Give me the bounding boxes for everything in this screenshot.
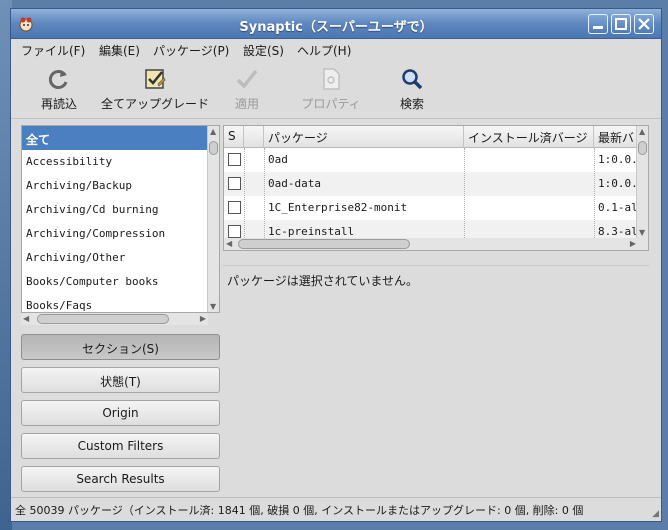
close-button[interactable] <box>634 14 654 34</box>
search-icon <box>402 69 423 90</box>
section-item[interactable]: Books/Computer books <box>22 270 208 294</box>
properties-button[interactable]: プロパティ <box>293 65 369 115</box>
scroll-down-arrow-icon[interactable]: ▼ <box>210 302 216 311</box>
reload-label: 再読込 <box>40 97 77 111</box>
package-table: S パッケージ インストール済バージ 最新バ 0ad 1:0.0. 0ad-da… <box>223 125 649 251</box>
menu-settings[interactable]: 設定(S) <box>243 42 284 59</box>
scroll-right-arrow-icon[interactable]: ▶ <box>630 239 636 248</box>
column-divider <box>464 148 465 238</box>
apply-check-icon <box>236 69 258 89</box>
section-item[interactable]: Archiving/Backup <box>22 174 208 198</box>
section-item-all[interactable]: 全て <box>22 126 208 150</box>
menu-file[interactable]: ファイル(F) <box>21 42 85 59</box>
section-horizontal-scrollbar[interactable]: ◀ ▶ <box>21 313 208 325</box>
section-item[interactable]: Archiving/Other <box>22 246 208 270</box>
title-bar[interactable]: Synaptic（スーパーユーザで） <box>11 9 661 39</box>
scroll-thumb[interactable] <box>209 141 218 155</box>
latest-version: 1:0.0. <box>598 177 638 190</box>
installed-version <box>464 148 594 172</box>
column-divider <box>594 148 595 238</box>
package-vertical-scrollbar[interactable]: ▲ ▼ <box>636 126 648 250</box>
section-item[interactable]: Archiving/Compression <box>22 222 208 246</box>
close-icon <box>638 18 650 30</box>
column-header-package[interactable]: パッケージ <box>264 126 464 148</box>
search-label: 検索 <box>399 97 424 111</box>
section-vertical-scrollbar[interactable]: ▲ ▼ <box>207 126 219 312</box>
menu-help[interactable]: ヘルプ(H) <box>297 42 351 59</box>
package-checkbox[interactable] <box>228 201 241 214</box>
status-text: 全 50039 パッケージ（インストール済: 1841 個, 破損 0 個, イ… <box>15 504 584 517</box>
table-row[interactable]: 1C_Enterprise82-monit 0.1-al <box>224 196 638 220</box>
no-package-selected-text: パッケージは選択されていません。 <box>227 274 419 288</box>
table-row[interactable]: 0ad-data 1:0.0. <box>224 172 638 196</box>
scroll-right-arrow-icon[interactable]: ▶ <box>200 314 206 323</box>
apply-label: 適用 <box>234 97 259 111</box>
installed-version <box>464 172 594 196</box>
toolbar: 再読込 全てアップグレード 適用 プロパティ 検索 <box>11 61 661 119</box>
status-filter-button[interactable]: 状態(T) <box>21 367 220 393</box>
custom-filters-button[interactable]: Custom Filters <box>21 433 220 459</box>
section-item[interactable]: Archiving/Cd burning <box>22 198 208 222</box>
scroll-down-arrow-icon[interactable]: ▼ <box>639 228 645 237</box>
search-button[interactable]: 検索 <box>387 65 437 115</box>
menu-edit[interactable]: 編集(E) <box>99 42 140 59</box>
package-checkbox[interactable] <box>228 153 241 166</box>
maximize-button[interactable] <box>611 14 631 34</box>
column-divider <box>244 148 245 238</box>
latest-version: 0.1-al <box>598 201 638 214</box>
section-item[interactable]: Accessibility <box>22 150 208 174</box>
column-divider <box>264 148 265 238</box>
column-header-support[interactable] <box>244 126 264 148</box>
scroll-up-arrow-icon[interactable]: ▲ <box>639 127 645 136</box>
scroll-thumb[interactable] <box>638 141 647 155</box>
package-horizontal-scrollbar[interactable]: ◀ ▶ <box>224 238 638 250</box>
minimize-button[interactable] <box>588 14 608 34</box>
installed-version <box>464 196 594 220</box>
table-row[interactable]: 0ad 1:0.0. <box>224 148 638 172</box>
column-header-latest-version[interactable]: 最新バ <box>594 126 638 148</box>
package-checkbox[interactable] <box>228 177 241 190</box>
minimize-icon <box>593 26 603 29</box>
column-header-installed-version[interactable]: インストール済バージ <box>464 126 594 148</box>
scroll-left-arrow-icon[interactable]: ◀ <box>23 314 29 323</box>
origin-filter-button[interactable]: Origin <box>21 400 220 426</box>
upgrade-all-icon <box>145 69 166 89</box>
upgrade-all-label: 全てアップグレード <box>100 97 209 111</box>
package-name: 0ad <box>268 153 288 166</box>
section-list: 全て Accessibility Archiving/Backup Archiv… <box>21 125 220 313</box>
sections-filter-button[interactable]: セクション(S) <box>21 334 220 360</box>
synaptic-window: Synaptic（スーパーユーザで） ファイル(F) 編集(E) パッケージ(P… <box>10 8 662 522</box>
apply-button[interactable]: 適用 <box>225 65 269 115</box>
column-header-status[interactable]: S <box>224 126 244 148</box>
reload-button[interactable]: 再読込 <box>33 65 85 115</box>
package-name: 0ad-data <box>268 177 321 190</box>
properties-icon <box>323 68 340 90</box>
latest-version: 1:0.0. <box>598 153 638 166</box>
scroll-up-arrow-icon[interactable]: ▲ <box>210 127 216 136</box>
reload-icon <box>48 70 68 89</box>
section-item[interactable]: Books/Faqs <box>22 294 208 312</box>
search-results-button[interactable]: Search Results <box>21 466 220 492</box>
package-checkbox[interactable] <box>228 225 241 238</box>
window-title: Synaptic（スーパーユーザで） <box>239 20 433 35</box>
scroll-thumb[interactable] <box>238 239 410 249</box>
package-description-pane: パッケージは選択されていません。 <box>223 265 649 493</box>
status-bar: 全 50039 パッケージ（インストール済: 1841 個, 破損 0 個, イ… <box>11 497 661 521</box>
menu-package[interactable]: パッケージ(P) <box>153 42 229 59</box>
maximize-icon <box>615 18 627 30</box>
menu-bar: ファイル(F) 編集(E) パッケージ(P) 設定(S) ヘルプ(H) <box>11 39 661 61</box>
resize-grip-icon[interactable]: ◢ <box>652 509 659 519</box>
scroll-thumb[interactable] <box>37 314 169 324</box>
scroll-left-arrow-icon[interactable]: ◀ <box>226 239 232 248</box>
properties-label: プロパティ <box>301 97 361 111</box>
package-name: 1C_Enterprise82-monit <box>268 201 408 214</box>
upgrade-all-button[interactable]: 全てアップグレード <box>97 65 213 115</box>
